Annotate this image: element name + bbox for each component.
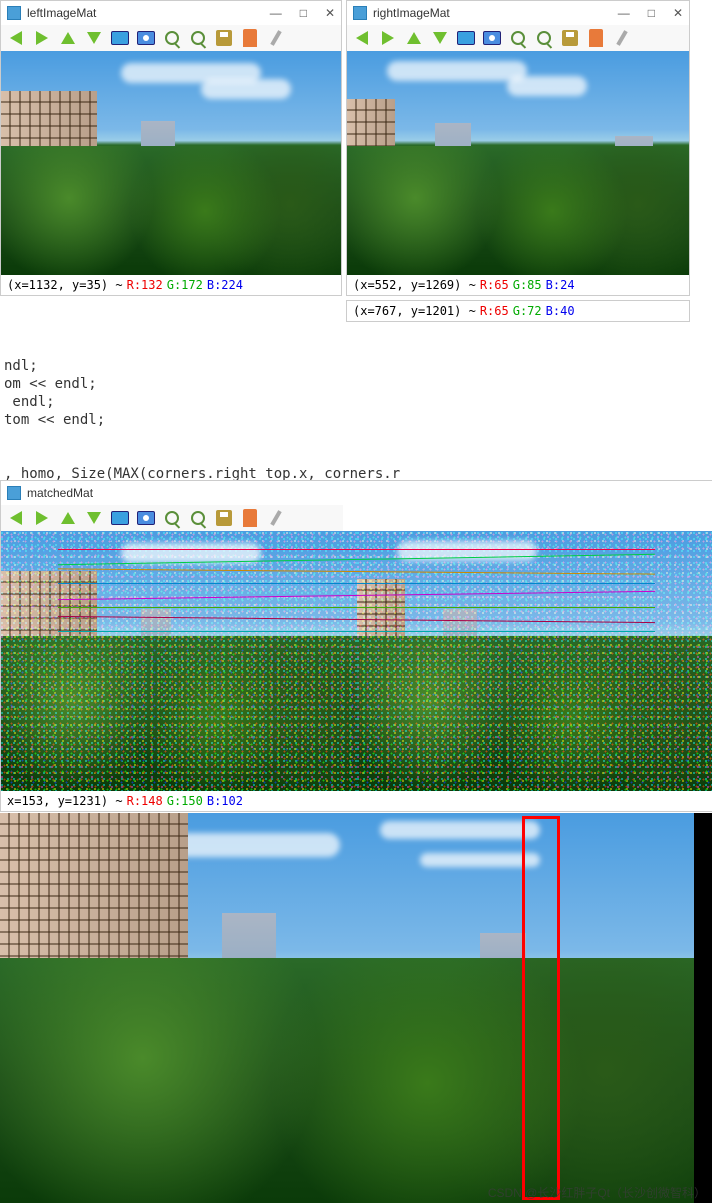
camera-icon[interactable] bbox=[135, 507, 157, 529]
zoom-in-icon[interactable] bbox=[161, 27, 183, 49]
zoom-out-icon[interactable] bbox=[187, 27, 209, 49]
minimize-button[interactable]: — bbox=[618, 6, 630, 20]
zoom-out-icon[interactable] bbox=[187, 507, 209, 529]
camera-icon[interactable] bbox=[135, 27, 157, 49]
window-warped: (x=767, y=1201) ~ R:65 G:72 B:40 bbox=[346, 300, 690, 322]
arrow-right-icon[interactable] bbox=[31, 507, 53, 529]
window-rightImageMat: rightImageMat — □ ✕ (x=552, y=1269) ~ R bbox=[346, 0, 690, 296]
pixel-b: B:224 bbox=[207, 278, 243, 292]
status-bar: (x=552, y=1269) ~ R:65 G:85 B:24 bbox=[347, 275, 689, 295]
pixel-coords: (x=1132, y=35) ~ bbox=[7, 278, 123, 292]
pixel-r: R:132 bbox=[127, 278, 163, 292]
clipboard-icon[interactable] bbox=[239, 507, 261, 529]
minimize-button[interactable]: — bbox=[270, 6, 282, 20]
zoom-out-icon[interactable] bbox=[533, 27, 555, 49]
pixel-b: B:102 bbox=[207, 794, 243, 808]
titlebar[interactable]: matchedMat bbox=[1, 481, 343, 505]
camera-icon[interactable] bbox=[481, 27, 503, 49]
toolbar bbox=[347, 25, 689, 51]
arrow-down-icon[interactable] bbox=[83, 507, 105, 529]
arrow-left-icon[interactable] bbox=[351, 27, 373, 49]
app-icon bbox=[353, 6, 367, 20]
image-view[interactable] bbox=[1, 51, 341, 275]
seam-highlight-box bbox=[522, 816, 560, 1200]
arrow-down-icon[interactable] bbox=[429, 27, 451, 49]
app-icon bbox=[7, 6, 21, 20]
arrow-left-icon[interactable] bbox=[5, 507, 27, 529]
arrow-up-icon[interactable] bbox=[57, 507, 79, 529]
save-icon[interactable] bbox=[559, 27, 581, 49]
arrow-up-icon[interactable] bbox=[57, 27, 79, 49]
keypoints-overlay bbox=[357, 531, 712, 791]
arrow-left-icon[interactable] bbox=[5, 27, 27, 49]
stitched-result bbox=[0, 813, 712, 1203]
pixel-b: B:24 bbox=[546, 278, 575, 292]
arrow-right-icon[interactable] bbox=[377, 27, 399, 49]
arrow-down-icon[interactable] bbox=[83, 27, 105, 49]
save-icon[interactable] bbox=[213, 27, 235, 49]
close-button[interactable]: ✕ bbox=[325, 6, 335, 20]
clipboard-icon[interactable] bbox=[585, 27, 607, 49]
zoom-in-icon[interactable] bbox=[161, 507, 183, 529]
maximize-button[interactable]: □ bbox=[300, 6, 307, 20]
window-title: matchedMat bbox=[27, 486, 93, 500]
arrow-right-icon[interactable] bbox=[31, 27, 53, 49]
window-leftImageMat: leftImageMat — □ ✕ (x=1132, y=35) ~ R:13… bbox=[0, 0, 342, 296]
pixel-g: G:72 bbox=[513, 304, 542, 318]
fit-screen-icon[interactable] bbox=[109, 27, 131, 49]
window-matchedMat: matchedMat bbox=[0, 480, 712, 812]
pixel-b: B:40 bbox=[546, 304, 575, 318]
arrow-up-icon[interactable] bbox=[403, 27, 425, 49]
image-view[interactable] bbox=[347, 51, 689, 275]
pixel-r: R:148 bbox=[127, 794, 163, 808]
status-bar: x=153, y=1231) ~ R:148 G:150 B:102 bbox=[1, 791, 712, 811]
pixel-g: G:150 bbox=[167, 794, 203, 808]
pixel-coords: x=153, y=1231) ~ bbox=[7, 794, 123, 808]
pixel-coords: (x=767, y=1201) ~ bbox=[353, 304, 476, 318]
app-icon bbox=[7, 486, 21, 500]
pixel-r: R:65 bbox=[480, 278, 509, 292]
pixel-coords: (x=552, y=1269) ~ bbox=[353, 278, 476, 292]
toolbar bbox=[1, 505, 343, 531]
toolbar bbox=[1, 25, 341, 51]
brush-icon[interactable] bbox=[611, 27, 633, 49]
matched-image[interactable] bbox=[1, 531, 712, 791]
brush-icon[interactable] bbox=[265, 507, 287, 529]
brush-icon[interactable] bbox=[265, 27, 287, 49]
window-title: rightImageMat bbox=[373, 6, 450, 20]
close-button[interactable]: ✕ bbox=[673, 6, 683, 20]
titlebar[interactable]: leftImageMat — □ ✕ bbox=[1, 1, 341, 25]
fit-screen-icon[interactable] bbox=[109, 507, 131, 529]
status-bar: (x=1132, y=35) ~ R:132 G:172 B:224 bbox=[1, 275, 341, 295]
keypoints-overlay bbox=[1, 531, 357, 791]
window-title: leftImageMat bbox=[27, 6, 96, 20]
status-bar: (x=767, y=1201) ~ R:65 G:72 B:40 bbox=[347, 301, 689, 321]
titlebar[interactable]: rightImageMat — □ ✕ bbox=[347, 1, 689, 25]
save-icon[interactable] bbox=[213, 507, 235, 529]
clipboard-icon[interactable] bbox=[239, 27, 261, 49]
zoom-in-icon[interactable] bbox=[507, 27, 529, 49]
pixel-r: R:65 bbox=[480, 304, 509, 318]
fit-screen-icon[interactable] bbox=[455, 27, 477, 49]
pixel-g: G:172 bbox=[167, 278, 203, 292]
watermark: CSDN @长沙红胖子Qt（长沙创微智科） bbox=[488, 1184, 706, 1201]
maximize-button[interactable]: □ bbox=[648, 6, 655, 20]
pixel-g: G:85 bbox=[513, 278, 542, 292]
